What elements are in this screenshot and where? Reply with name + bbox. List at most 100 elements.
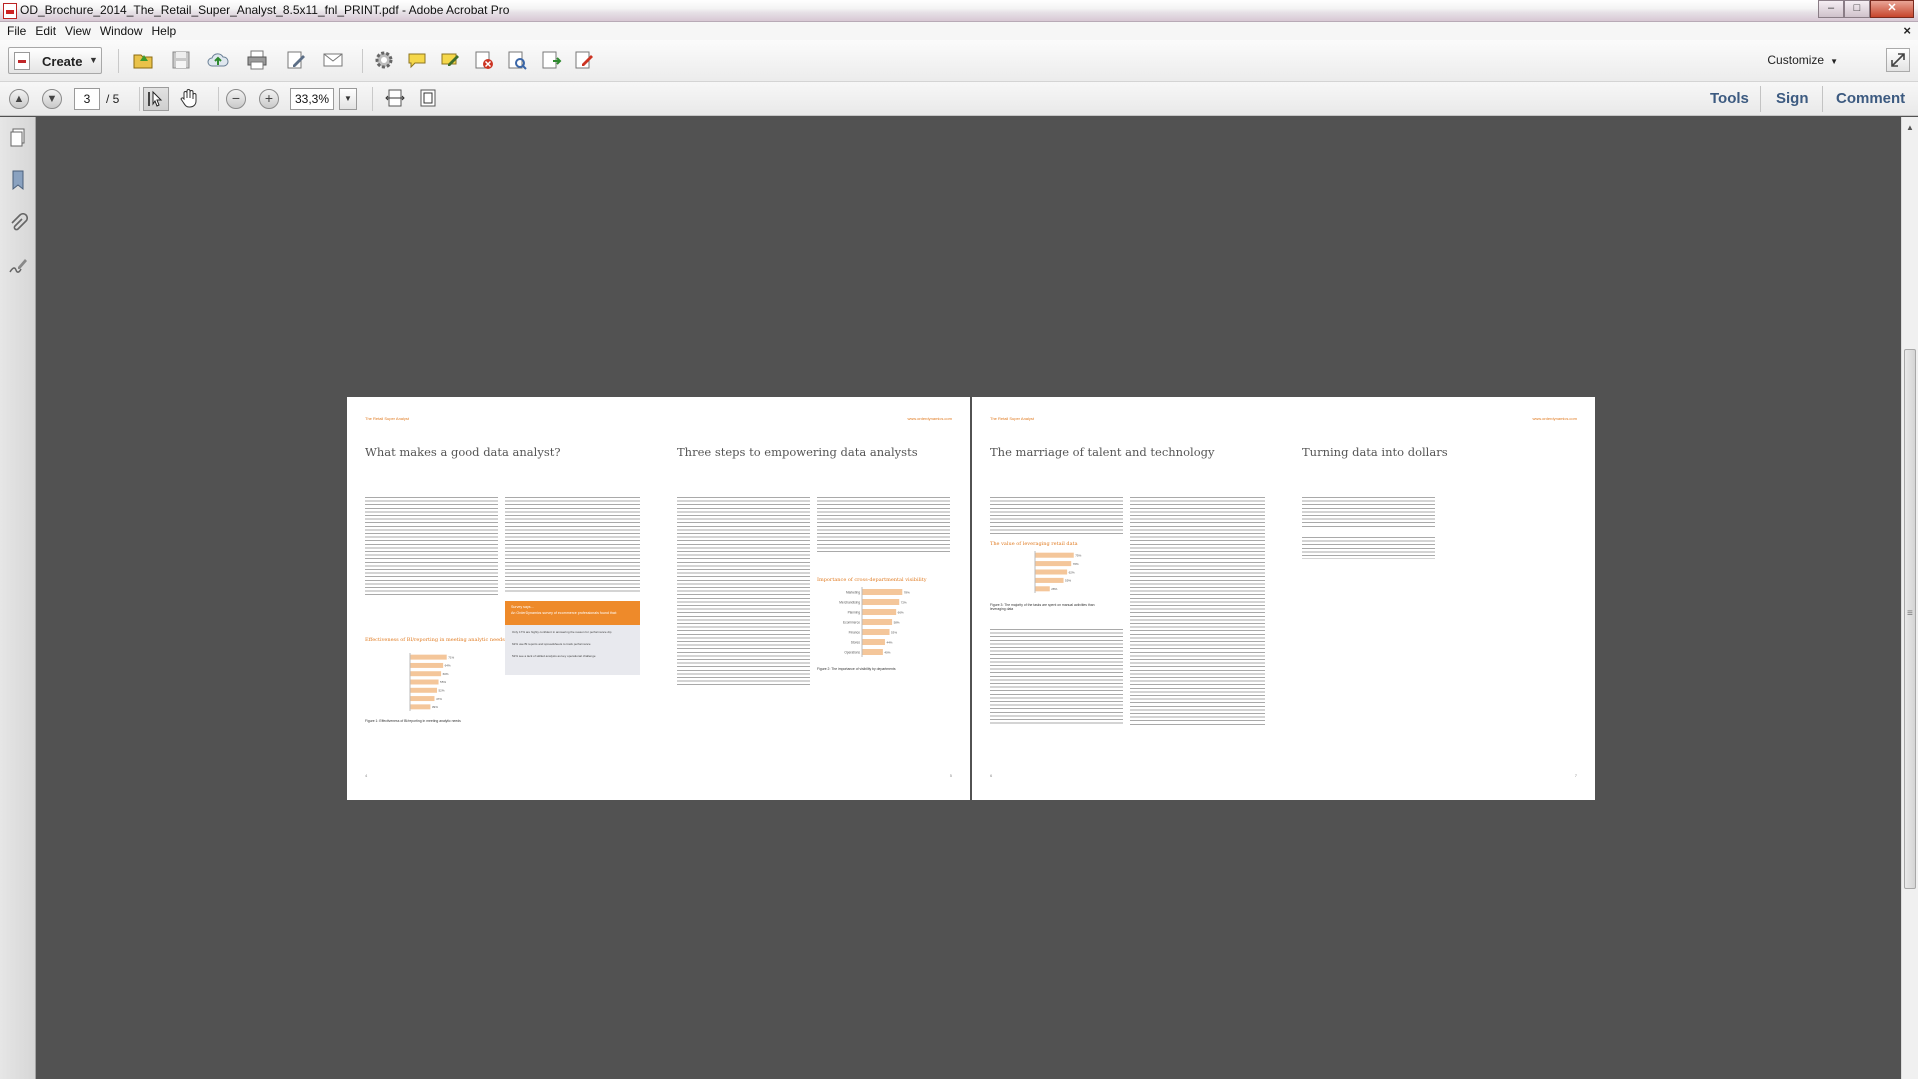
next-page-button[interactable]: ▼	[42, 89, 62, 109]
page-number: 7	[1574, 773, 1577, 778]
chart-category-label: Merchandising	[839, 601, 860, 605]
maximize-button[interactable]: □	[1844, 0, 1870, 18]
vertical-scrollbar[interactable]: ▲	[1901, 117, 1918, 1079]
chart-value-label: 66%	[898, 611, 904, 615]
scroll-up-arrow-icon[interactable]: ▲	[1906, 123, 1914, 132]
fit-full-page-button[interactable]	[416, 87, 442, 111]
chart-title-effectiveness: Effectiveness of BI/reporting in meeting…	[365, 637, 505, 643]
save-icon[interactable]	[170, 49, 192, 71]
hand-tool-button[interactable]	[177, 87, 203, 111]
close-button[interactable]: ✕	[1870, 0, 1914, 18]
document-page-left: The Retail Super Analyst www.orderdynami…	[347, 397, 970, 800]
menu-file[interactable]: File	[5, 24, 33, 38]
effectiveness-bar-chart: 71% 64% 60% 55% 52% 47% 39%	[409, 653, 455, 711]
chart-bar	[410, 671, 442, 677]
page-number: 6	[990, 773, 993, 778]
figure-caption: Figure 3: The majority of the tasks are …	[990, 603, 1095, 611]
page-header-left: The Retail Super Analyst	[990, 416, 1035, 421]
signatures-icon[interactable]	[8, 255, 28, 277]
fit-page-width-button[interactable]	[383, 87, 409, 111]
print-icon[interactable]	[246, 49, 268, 71]
chart-value-label: 52%	[439, 689, 445, 693]
zoom-dropdown-button[interactable]: ▼	[339, 88, 357, 110]
callout-list-item: 62% use BI reports and spreadsheets to t…	[512, 642, 591, 646]
body-text-column	[677, 497, 810, 687]
chart-bar	[862, 629, 890, 635]
plus-icon: +	[264, 90, 274, 106]
callout-intro: An OrderDynamics survey of ecommerce pro…	[511, 611, 617, 615]
expand-view-button[interactable]	[1886, 48, 1910, 72]
tab-sign[interactable]: Sign	[1776, 90, 1809, 107]
arrow-down-icon: ▼	[46, 93, 58, 105]
chart-title-leveraging: The value of leveraging retail data	[990, 541, 1078, 547]
scrollbar-thumb[interactable]	[1904, 349, 1916, 889]
chart-bar	[862, 649, 883, 655]
chart-bar	[1035, 586, 1050, 592]
customize-dropdown[interactable]: Customize ▼	[1767, 53, 1838, 67]
chart-bar	[410, 654, 447, 660]
chevron-down-icon: ▼	[344, 94, 352, 103]
page-header-right: www.orderdynamics.com	[907, 416, 952, 421]
zoom-out-button[interactable]: −	[226, 89, 246, 109]
menu-view[interactable]: View	[63, 24, 98, 38]
select-tool-button[interactable]	[143, 87, 169, 111]
window-title: OD_Brochure_2014_The_Retail_Super_Analys…	[20, 3, 510, 17]
acrobat-app-icon	[3, 3, 17, 19]
tab-divider	[1760, 86, 1761, 112]
email-icon[interactable]	[322, 49, 344, 71]
settings-gear-icon[interactable]	[373, 49, 395, 71]
create-button[interactable]: Create ▼	[8, 47, 102, 74]
section-title-three-steps: Three steps to empowering data analysts	[677, 445, 918, 459]
figure-caption: Figure 2: The importance of visibility b…	[817, 667, 896, 671]
body-text-column	[365, 497, 498, 597]
page-number-input[interactable]: 3	[74, 88, 100, 110]
sign-pen-icon[interactable]	[439, 49, 461, 71]
tab-tools[interactable]: Tools	[1710, 90, 1749, 107]
chart-bar	[1035, 561, 1072, 567]
fit-width-icon	[385, 89, 405, 107]
body-text-column	[1130, 497, 1265, 727]
chart-value-label: 78%	[904, 591, 910, 595]
redact-icon[interactable]	[473, 49, 495, 71]
survey-callout-box: Survey says... An OrderDynamics survey o…	[505, 601, 640, 675]
main-toolbar: Create ▼ Customize ▼	[0, 40, 1918, 82]
open-icon[interactable]	[132, 49, 154, 71]
section-title-good-analyst: What makes a good data analyst?	[365, 445, 561, 459]
attachments-icon[interactable]	[8, 213, 28, 235]
chart-bar	[410, 679, 439, 685]
acrobat-window: OD_Brochure_2014_The_Retail_Super_Analys…	[0, 0, 1918, 1079]
close-document-icon[interactable]: ×	[1903, 23, 1911, 38]
minimize-button[interactable]: –	[1818, 0, 1844, 18]
arrow-up-icon: ▲	[13, 93, 25, 105]
chart-value-label: 39%	[432, 705, 438, 709]
hand-icon	[180, 89, 197, 108]
navigation-pane	[0, 117, 36, 1079]
tab-divider	[1822, 86, 1823, 112]
figure-caption: Figure 1: Effectiveness of BI/reporting …	[365, 719, 461, 723]
callout-header: Survey says... An OrderDynamics survey o…	[505, 601, 640, 625]
chart-value-label: 55%	[1065, 579, 1071, 583]
form-icon[interactable]	[573, 49, 595, 71]
tab-comment[interactable]: Comment	[1836, 90, 1905, 107]
zoom-level-input[interactable]: 33,3%	[290, 88, 334, 110]
callout-list-item: 52% see a lack of skilled analysts as ke…	[512, 654, 596, 658]
fit-page-icon	[420, 89, 436, 107]
bookmarks-icon[interactable]	[8, 169, 28, 191]
menu-edit[interactable]: Edit	[33, 24, 63, 38]
zoom-in-button[interactable]: +	[259, 89, 279, 109]
body-text-column	[990, 629, 1123, 724]
previous-page-button[interactable]: ▲	[9, 89, 29, 109]
export-icon[interactable]	[506, 49, 528, 71]
chart-bar	[410, 704, 431, 710]
callout-heading: Survey says...	[511, 605, 534, 609]
page-thumbnails-icon[interactable]	[8, 127, 28, 149]
upload-cloud-icon[interactable]	[207, 49, 229, 71]
menu-window[interactable]: Window	[98, 24, 150, 38]
menu-help[interactable]: Help	[150, 24, 184, 38]
edit-document-icon[interactable]	[285, 49, 307, 71]
comment-bubble-icon[interactable]	[406, 49, 428, 71]
combine-icon[interactable]	[540, 49, 562, 71]
expand-icon	[1891, 53, 1905, 67]
section-title-talent-technology: The marriage of talent and technology	[990, 445, 1215, 459]
chart-value-label: 72%	[901, 601, 907, 605]
